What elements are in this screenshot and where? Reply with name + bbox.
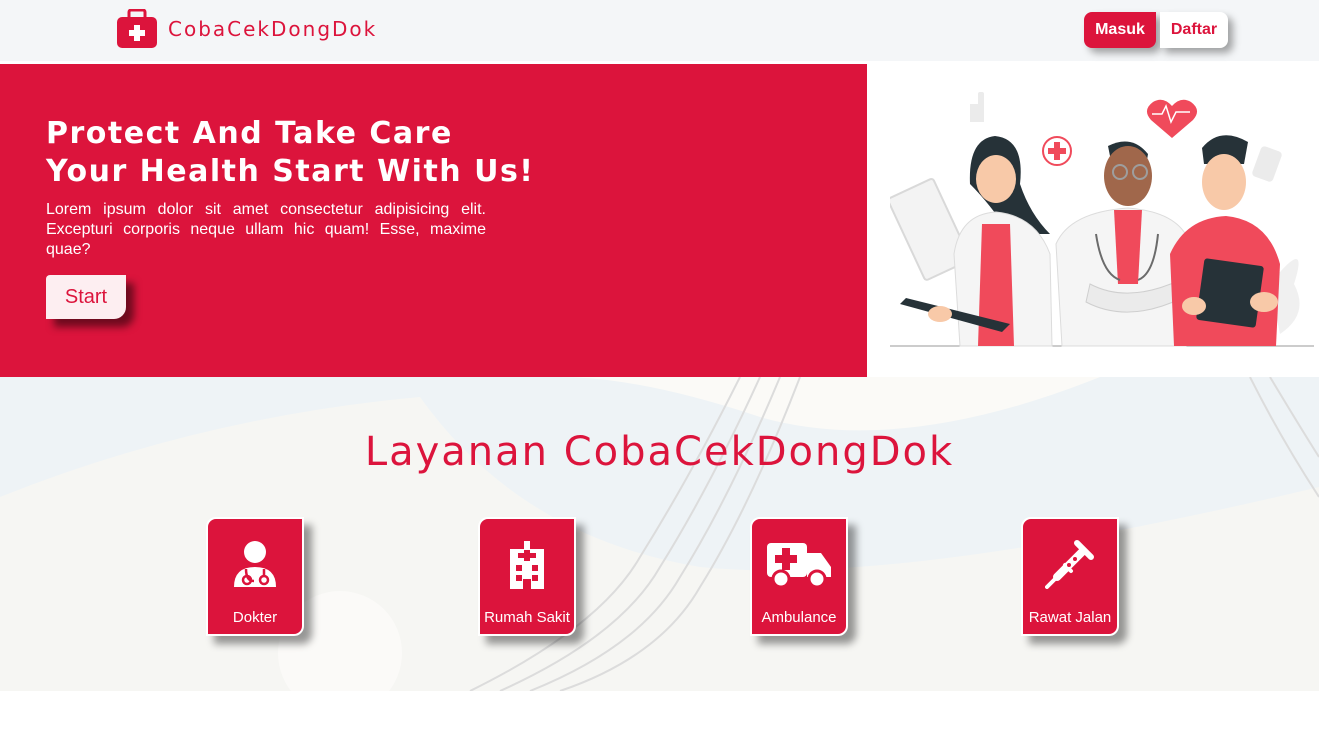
service-label: Ambulance: [761, 609, 837, 626]
ambulance-icon: [767, 543, 831, 589]
hospital-icon: [510, 541, 544, 589]
medical-team-illustration: [890, 92, 1314, 347]
brand-name: CobaCekDongDok: [168, 17, 378, 41]
register-button[interactable]: Daftar: [1160, 12, 1228, 48]
crutch-icon: [1045, 540, 1094, 589]
service-label: Rawat Jalan: [1028, 609, 1112, 626]
service-label: Rumah Sakit: [484, 609, 570, 626]
navbar: CobaCekDongDok Masuk Daftar: [0, 0, 1319, 61]
hero-title-line1: Protect And Take Care: [46, 116, 453, 151]
service-card-rumah-sakit[interactable]: Rumah Sakit: [478, 517, 576, 636]
services-section: Layanan CobaCekDongDok Dokter Rumah Saki…: [0, 377, 1319, 691]
brand-logo[interactable]: CobaCekDongDok: [116, 9, 377, 49]
hero-title-line2: Your Health Start With Us!: [46, 154, 535, 189]
service-label: Dokter: [232, 609, 278, 626]
hero-description: Lorem ipsum dolor sit amet consectetur a…: [46, 201, 486, 258]
service-card-ambulance[interactable]: Ambulance: [750, 517, 848, 636]
hero-title: Protect And Take Care Your Health Start …: [46, 115, 746, 191]
wave-background: [0, 377, 1319, 691]
hero-section: Protect And Take Care Your Health Start …: [0, 64, 867, 377]
start-button[interactable]: Start: [46, 275, 126, 319]
doctor-icon: [234, 541, 276, 587]
services-title: Layanan CobaCekDongDok: [364, 429, 955, 475]
service-card-dokter[interactable]: Dokter: [206, 517, 304, 636]
login-button[interactable]: Masuk: [1084, 12, 1156, 48]
service-card-rawat-jalan[interactable]: Rawat Jalan: [1021, 517, 1119, 636]
first-aid-kit-icon: [117, 9, 157, 48]
